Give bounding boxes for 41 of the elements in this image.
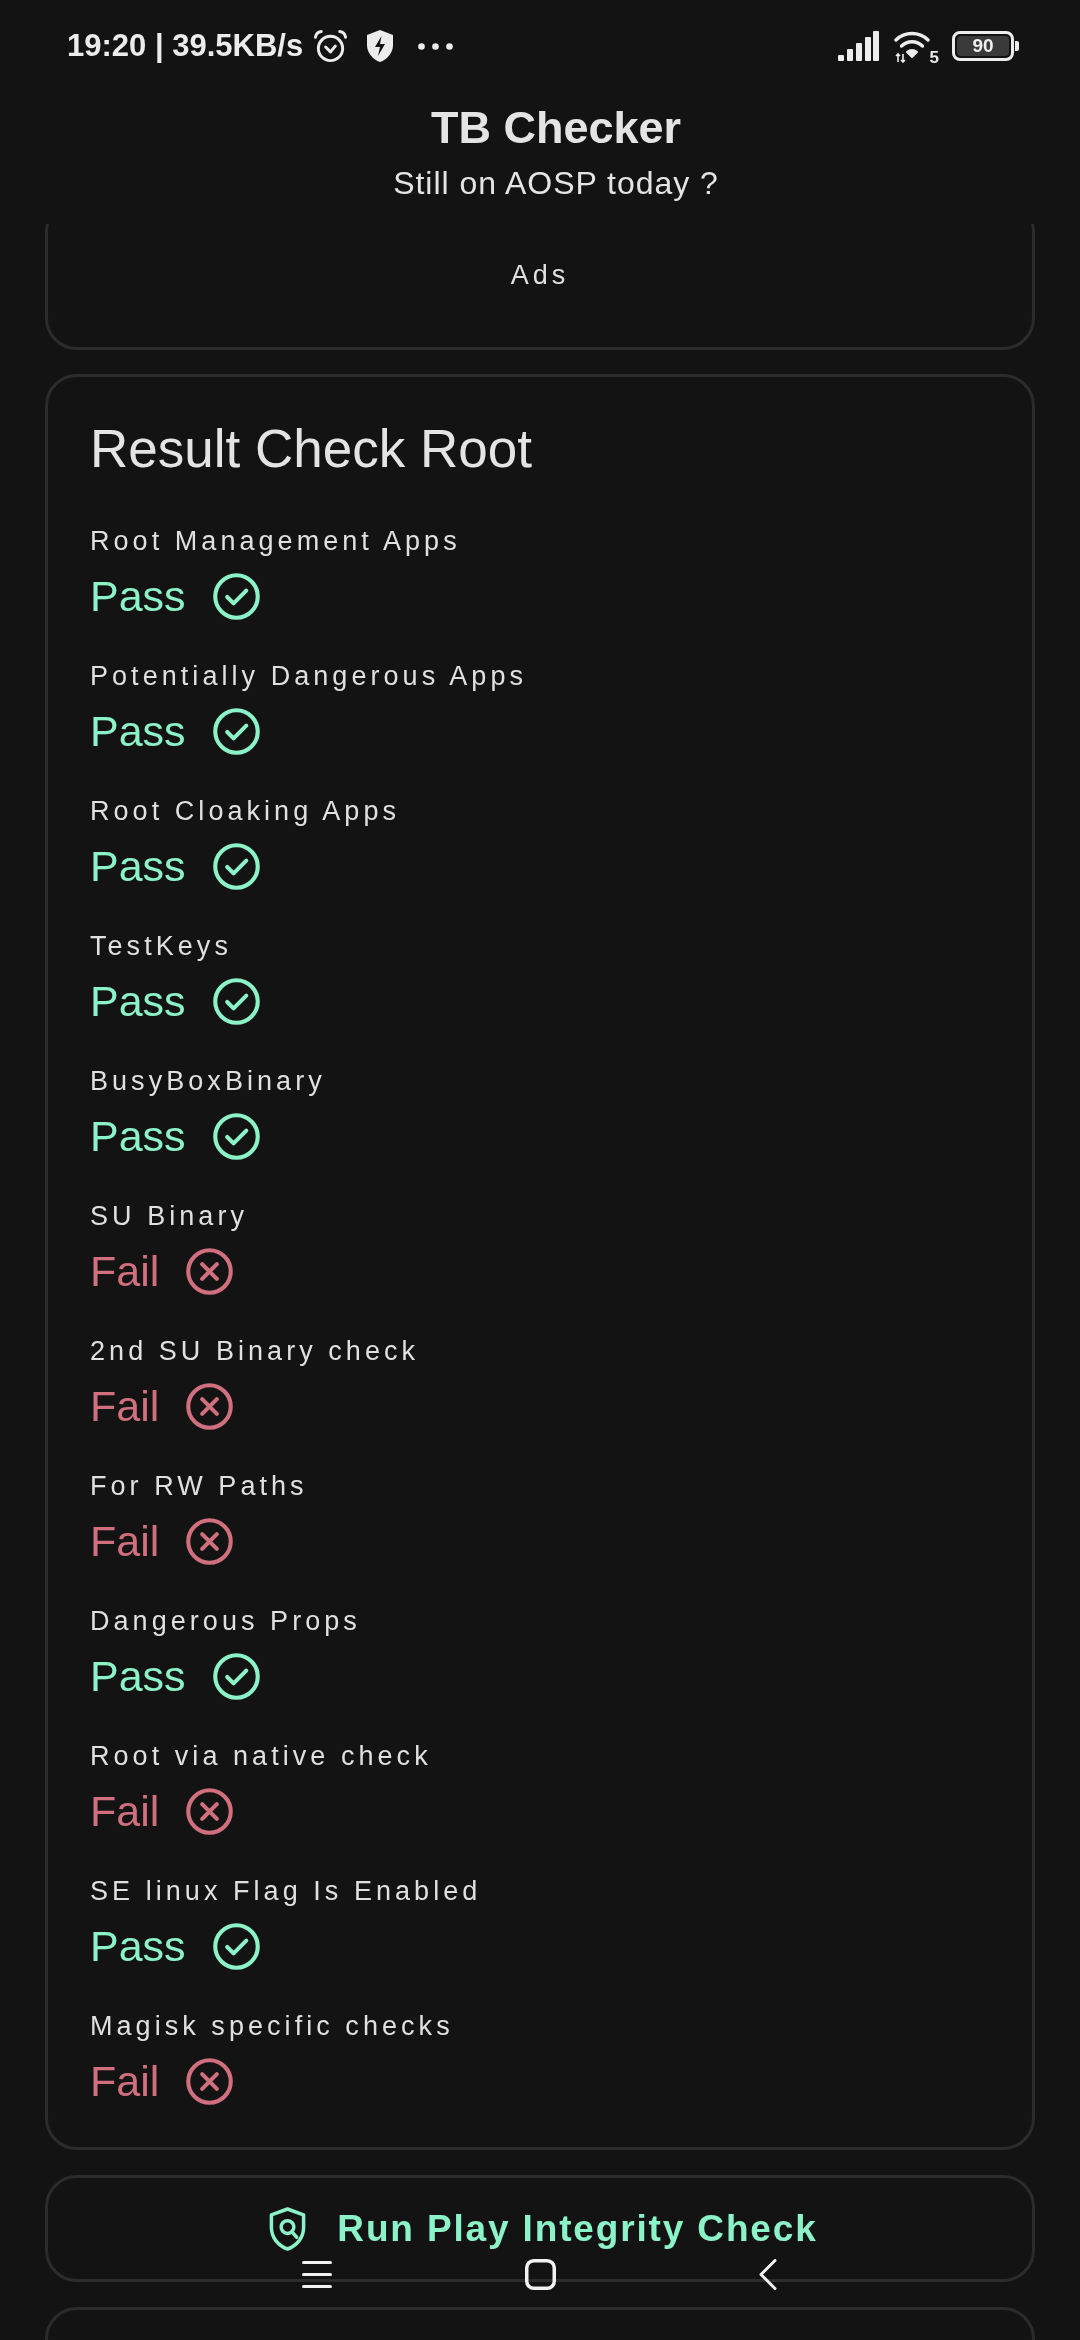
check-result: Pass [90, 978, 186, 1025]
check-result: Fail [90, 2058, 160, 2105]
shield-bolt-icon [365, 29, 396, 63]
check-label: Root Management Apps [90, 525, 461, 557]
check-label: Dangerous Props [90, 1605, 361, 1637]
check-result: Fail [90, 1788, 160, 1835]
app-title: TB Checker [430, 102, 682, 154]
shield-icon [268, 2205, 308, 2252]
check-result: Pass [90, 1653, 186, 1700]
check-result: Pass [90, 843, 186, 890]
time-and-speed: 19:20 | 39.5KB/s [67, 28, 304, 64]
alarm-clock-icon [313, 28, 349, 64]
check-label: Potentially Dangerous Apps [90, 660, 527, 692]
check-result: Pass [90, 708, 186, 755]
home-icon[interactable] [525, 2259, 556, 2290]
check-label: BusyBoxBinary [90, 1065, 326, 1097]
signal-icon [838, 31, 879, 61]
more-icon [418, 42, 454, 50]
check-result: Fail [90, 1248, 160, 1295]
check-label: 2nd SU Binary check [90, 1335, 420, 1367]
check-label: TestKeys [90, 930, 232, 962]
battery-indicator: 90 [952, 31, 1019, 61]
run-integrity-check-button[interactable]: Run Play Integrity Check [45, 2175, 1035, 2282]
app-subtitle: Still on AOSP today ? [393, 164, 719, 203]
card-title: Result Check Root [90, 418, 532, 480]
check-result: Pass [90, 1113, 186, 1160]
check-label: Magisk specific checks [90, 2010, 454, 2042]
check-label: For RW Paths [90, 1470, 308, 1502]
check-result: Fail [90, 1383, 160, 1430]
check-label: Root via native check [90, 1740, 432, 1772]
check-label: SU Binary [90, 1200, 248, 1232]
check-label: SE linux Flag Is Enabled [90, 1875, 482, 1907]
back-icon[interactable] [759, 2259, 777, 2290]
wifi-icon [894, 29, 930, 63]
check-result: Fail [90, 1518, 160, 1565]
ad-banner: Ads [45, 224, 1035, 350]
wifi-band-label: 5 [929, 49, 939, 67]
check-label: Root Cloaking Apps [90, 795, 401, 827]
check-result: Pass [90, 573, 186, 620]
menu-icon[interactable] [302, 2261, 332, 2288]
check-result: Pass [90, 1923, 186, 1970]
